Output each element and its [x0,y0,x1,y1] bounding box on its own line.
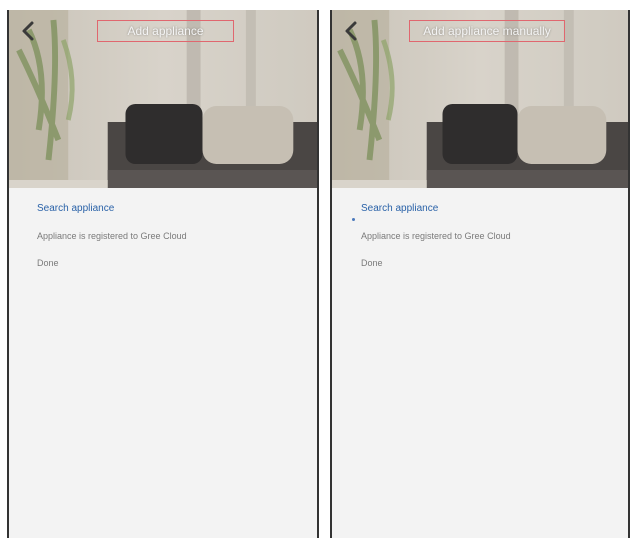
screen-add-appliance-manually: Add appliance manually Search appliance … [330,10,630,538]
step-done: Done [361,258,383,268]
back-button[interactable] [19,20,37,42]
page-title: Add appliance [97,20,234,42]
step-list: Search appliance Appliance is registered… [332,188,628,283]
step-list: Search appliance Appliance is registered… [9,188,317,283]
step-done: Done [37,258,59,268]
page-title: Add appliance manually [409,20,565,42]
screen-add-appliance: Add appliance Search appliance Appliance… [7,10,319,538]
step-registered-gree-cloud: Appliance is registered to Gree Cloud [37,231,187,241]
step-search-appliance: Search appliance [361,203,439,214]
chevron-left-icon [22,21,34,41]
chevron-left-icon [345,21,357,41]
step-registered-gree-cloud: Appliance is registered to Gree Cloud [361,231,511,241]
step-search-appliance: Search appliance [37,203,115,214]
back-button[interactable] [342,20,360,42]
